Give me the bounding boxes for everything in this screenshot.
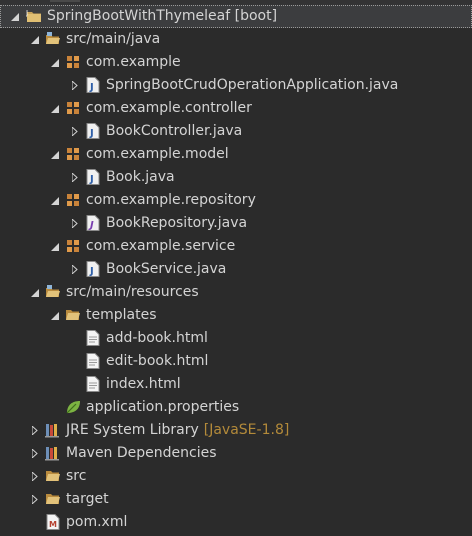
chevron-right-icon[interactable] <box>69 74 81 97</box>
chevron-down-icon[interactable] <box>29 281 41 304</box>
tree-item-label: edit-book.html <box>106 353 209 369</box>
java-file-icon: J <box>85 169 101 185</box>
tree-item-label: Book.java <box>106 169 175 185</box>
tree-item-folder-templates[interactable]: templates <box>0 304 472 327</box>
chevron-right-icon[interactable] <box>69 166 81 189</box>
chevron-down-icon[interactable] <box>49 235 61 258</box>
svg-text:J: J <box>89 128 94 139</box>
tree-item-file-bookcontroller-java[interactable]: J BookController.java <box>0 120 472 143</box>
tree-item-folder-src[interactable]: src <box>0 465 472 488</box>
project-explorer-tree: J SpringBootWithThymeleaf [boot] src/mai… <box>0 5 472 534</box>
tree-item-label: add-book.html <box>106 330 208 346</box>
chevron-down-icon[interactable] <box>49 189 61 212</box>
tree-item-file-index-html[interactable]: index.html <box>0 373 472 396</box>
tree-item-label: JRE System Library [JavaSE-1.8] <box>66 422 290 438</box>
package-icon <box>65 192 81 208</box>
tree-item-label: com.example.controller <box>86 100 252 116</box>
tree-item-label: BookService.java <box>106 261 227 277</box>
package-icon <box>65 100 81 116</box>
chevron-down-icon[interactable] <box>9 6 21 27</box>
tree-item-label: src/main/java <box>66 31 161 47</box>
java-file-icon: J <box>85 123 101 139</box>
jre-version-decoration: [JavaSE-1.8] <box>203 422 290 438</box>
chevron-right-icon[interactable] <box>29 488 41 511</box>
svg-text:J: J <box>89 174 94 185</box>
svg-text:J: J <box>26 9 28 17</box>
tree-item-package-com-example[interactable]: com.example <box>0 51 472 74</box>
library-icon <box>45 445 61 461</box>
java-file-icon: J <box>85 77 101 93</box>
tree-item-src-main-resources[interactable]: src/main/resources <box>0 281 472 304</box>
java-interface-file-icon: J <box>85 215 101 231</box>
chevron-down-icon[interactable] <box>49 304 61 327</box>
chevron-down-icon[interactable] <box>49 97 61 120</box>
chevron-down-icon[interactable] <box>49 51 61 74</box>
chevron-down-icon[interactable] <box>29 28 41 51</box>
chevron-right-icon[interactable] <box>29 442 41 465</box>
tree-item-file-bookservice-java[interactable]: J BookService.java <box>0 258 472 281</box>
project-folder-icon: J <box>26 8 42 24</box>
source-folder-icon <box>45 31 61 47</box>
chevron-right-icon[interactable] <box>69 120 81 143</box>
tree-item-project[interactable]: J SpringBootWithThymeleaf [boot] <box>0 5 472 28</box>
svg-text:J: J <box>89 82 94 93</box>
tree-item-label: SpringBootWithThymeleaf [boot] <box>47 8 278 24</box>
tree-item-package-service[interactable]: com.example.service <box>0 235 472 258</box>
svg-text:M: M <box>49 520 57 529</box>
spring-leaf-icon <box>65 399 81 415</box>
java-file-icon: J <box>85 261 101 277</box>
open-folder-icon <box>45 491 61 507</box>
package-icon <box>65 238 81 254</box>
tree-item-file-book-java[interactable]: J Book.java <box>0 166 472 189</box>
html-file-icon <box>85 376 101 392</box>
tree-item-folder-target[interactable]: target <box>0 488 472 511</box>
tree-item-file-bookrepository-java[interactable]: J BookRepository.java <box>0 212 472 235</box>
tree-item-label: com.example <box>86 54 181 70</box>
package-icon <box>65 54 81 70</box>
tree-item-file-application-java[interactable]: J SpringBootCrudOperationApplication.jav… <box>0 74 472 97</box>
chevron-right-icon[interactable] <box>69 258 81 281</box>
html-file-icon <box>85 353 101 369</box>
tree-item-label: pom.xml <box>66 514 128 530</box>
tree-item-jre-system-library[interactable]: JRE System Library [JavaSE-1.8] <box>0 419 472 442</box>
tree-item-label: SpringBootCrudOperationApplication.java <box>106 77 399 93</box>
tree-item-label: Maven Dependencies <box>66 445 217 461</box>
tree-item-file-add-book-html[interactable]: add-book.html <box>0 327 472 350</box>
tree-item-file-edit-book-html[interactable]: edit-book.html <box>0 350 472 373</box>
tree-item-package-controller[interactable]: com.example.controller <box>0 97 472 120</box>
open-folder-icon <box>45 468 61 484</box>
chevron-right-icon[interactable] <box>29 465 41 488</box>
chevron-down-icon[interactable] <box>49 143 61 166</box>
tree-item-label: com.example.service <box>86 238 236 254</box>
tree-item-package-repository[interactable]: com.example.repository <box>0 189 472 212</box>
tree-item-package-model[interactable]: com.example.model <box>0 143 472 166</box>
chevron-right-icon[interactable] <box>29 419 41 442</box>
tree-item-file-application-properties[interactable]: application.properties <box>0 396 472 419</box>
chevron-right-icon[interactable] <box>69 212 81 235</box>
tree-item-label: src/main/resources <box>66 284 199 300</box>
tree-item-label: com.example.model <box>86 146 229 162</box>
package-icon <box>65 146 81 162</box>
tree-item-label: BookRepository.java <box>106 215 248 231</box>
maven-pom-file-icon: M <box>45 514 61 530</box>
open-folder-icon <box>65 307 81 323</box>
library-icon <box>45 422 61 438</box>
tree-item-maven-dependencies[interactable]: Maven Dependencies <box>0 442 472 465</box>
tree-item-file-pom-xml[interactable]: M pom.xml <box>0 511 472 534</box>
tree-item-label: templates <box>86 307 157 323</box>
html-file-icon <box>85 330 101 346</box>
tree-item-label: target <box>66 491 109 507</box>
source-folder-icon <box>45 284 61 300</box>
tree-item-label: com.example.repository <box>86 192 256 208</box>
tree-item-label: src <box>66 468 87 484</box>
svg-text:J: J <box>89 266 94 277</box>
tree-item-label: BookController.java <box>106 123 243 139</box>
tree-item-label: application.properties <box>86 399 240 415</box>
tree-item-src-main-java[interactable]: src/main/java <box>0 28 472 51</box>
tree-item-label: index.html <box>106 376 181 392</box>
